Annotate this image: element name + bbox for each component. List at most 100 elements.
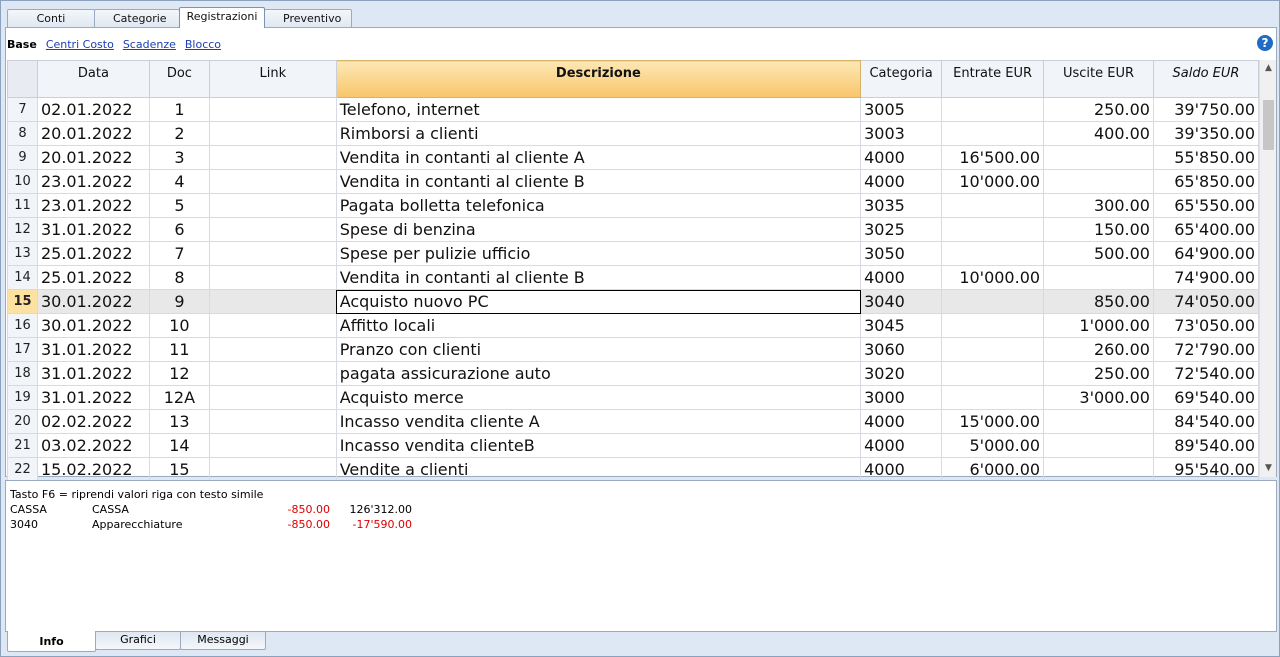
cell-doc[interactable]: 13 xyxy=(148,409,210,434)
cell-data[interactable]: 23.01.2022 xyxy=(36,169,150,194)
cell-descrizione[interactable]: Pranzo con clienti xyxy=(335,337,862,362)
cell-categoria[interactable]: 4000 xyxy=(860,145,943,170)
cell-data[interactable]: 20.01.2022 xyxy=(36,121,150,146)
cell-descrizione[interactable]: Spese per pulizie ufficio xyxy=(335,241,862,266)
cell-categoria[interactable]: 3020 xyxy=(860,361,943,386)
table-row[interactable]: 15 30.01.2022 9 Acquisto nuovo PC 3040 850.00… xyxy=(7,289,1260,314)
cell-descrizione[interactable]: Vendita in contanti al cliente B xyxy=(335,169,862,194)
column-header-uscite[interactable]: Uscite EUR xyxy=(1043,60,1154,98)
cell-saldo[interactable]: 72'790.00 xyxy=(1152,337,1260,362)
scroll-up-icon[interactable]: ▲ xyxy=(1260,60,1277,77)
vertical-scrollbar[interactable]: ▲ ▼ xyxy=(1259,60,1276,477)
cell-entrate[interactable] xyxy=(941,385,1045,410)
cell-categoria[interactable]: 3025 xyxy=(860,217,943,242)
cell-saldo[interactable]: 65'550.00 xyxy=(1152,193,1260,218)
scroll-down-icon[interactable]: ▼ xyxy=(1260,460,1277,477)
column-header-saldo[interactable]: Saldo EUR xyxy=(1152,60,1260,98)
cell-entrate[interactable]: 10'000.00 xyxy=(941,265,1045,290)
cell-entrate[interactable]: 15'000.00 xyxy=(941,409,1045,434)
cell-uscite[interactable] xyxy=(1043,433,1154,458)
cell-categoria[interactable]: 4000 xyxy=(860,169,943,194)
column-header-categoria[interactable]: Categoria xyxy=(860,60,943,98)
cell-saldo[interactable]: 72'540.00 xyxy=(1152,361,1260,386)
cell-descrizione[interactable]: Pagata bolletta telefonica xyxy=(335,193,862,218)
cell-uscite[interactable]: 250.00 xyxy=(1043,361,1154,386)
table-row[interactable]: 20 02.02.2022 13 Incasso vendita cliente A4… xyxy=(7,409,1260,434)
column-header-entrate[interactable]: Entrate EUR xyxy=(941,60,1045,98)
cell-doc[interactable]: 12 xyxy=(148,361,210,386)
cell-link[interactable] xyxy=(208,457,337,482)
cell-saldo[interactable]: 74'050.00 xyxy=(1152,289,1260,314)
cell-entrate[interactable]: 10'000.00 xyxy=(941,169,1045,194)
cell-doc[interactable]: 7 xyxy=(148,241,210,266)
cell-doc[interactable]: 4 xyxy=(148,169,210,194)
cell-doc[interactable]: 3 xyxy=(148,145,210,170)
table-row[interactable]: 10 23.01.2022 4 Vendita in contanti al clie… xyxy=(7,169,1260,194)
cell-saldo[interactable]: 74'900.00 xyxy=(1152,265,1260,290)
cell-uscite[interactable]: 300.00 xyxy=(1043,193,1154,218)
cell-uscite[interactable]: 250.00 xyxy=(1043,97,1154,122)
table-row[interactable]: 22 15.02.2022 15 Vendite a clienti 4000 6'000… xyxy=(7,457,1260,482)
cell-uscite[interactable] xyxy=(1043,169,1154,194)
cell-saldo[interactable]: 95'540.00 xyxy=(1152,457,1260,482)
cell-categoria[interactable]: 4000 xyxy=(860,433,943,458)
table-row[interactable]: 16 30.01.2022 10 Affitto locali 3045 1'000.00… xyxy=(7,313,1260,338)
cell-descrizione[interactable]: Vendite a clienti xyxy=(335,457,862,482)
cell-entrate[interactable] xyxy=(941,313,1045,338)
cell-categoria[interactable]: 3040 xyxy=(860,289,943,314)
tab-categorie[interactable]: Categorie xyxy=(94,9,180,28)
help-icon[interactable]: ? xyxy=(1257,35,1273,51)
cell-link[interactable] xyxy=(208,241,337,266)
table-row[interactable]: 14 25.01.2022 8 Vendita in contanti al clie… xyxy=(7,265,1260,290)
table-row[interactable]: 8 20.01.2022 2 Rimborsi a clienti 3003 400.00… xyxy=(7,121,1260,146)
cell-categoria[interactable]: 3003 xyxy=(860,121,943,146)
cell-categoria[interactable]: 4000 xyxy=(860,265,943,290)
table-row[interactable]: 11 23.01.2022 5 Pagata bolletta telefonica 3… xyxy=(7,193,1260,218)
cell-uscite[interactable]: 850.00 xyxy=(1043,289,1154,314)
cell-descrizione[interactable]: Rimborsi a clienti xyxy=(335,121,862,146)
cell-link[interactable] xyxy=(208,121,337,146)
cell-descrizione[interactable]: Vendita in contanti al cliente A xyxy=(335,145,862,170)
cell-data[interactable]: 31.01.2022 xyxy=(36,361,150,386)
cell-entrate[interactable] xyxy=(941,361,1045,386)
cell-saldo[interactable]: 65'850.00 xyxy=(1152,169,1260,194)
cell-entrate[interactable] xyxy=(941,217,1045,242)
cell-saldo[interactable]: 64'900.00 xyxy=(1152,241,1260,266)
column-header-descrizione[interactable]: Descrizione xyxy=(335,60,862,98)
cell-doc[interactable]: 14 xyxy=(148,433,210,458)
cell-link[interactable] xyxy=(208,361,337,386)
table-row[interactable]: 18 31.01.2022 12 pagata assicurazione auto 3… xyxy=(7,361,1260,386)
cell-data[interactable]: 02.02.2022 xyxy=(36,409,150,434)
cell-link[interactable] xyxy=(208,169,337,194)
cell-saldo[interactable]: 39'350.00 xyxy=(1152,121,1260,146)
cell-categoria[interactable]: 3050 xyxy=(860,241,943,266)
cell-entrate[interactable] xyxy=(941,337,1045,362)
cell-data[interactable]: 23.01.2022 xyxy=(36,193,150,218)
cell-descrizione[interactable]: Acquisto nuovo PC xyxy=(335,289,862,314)
cell-data[interactable]: 31.01.2022 xyxy=(36,385,150,410)
cell-descrizione[interactable]: Incasso vendita clienteB xyxy=(335,433,862,458)
cell-uscite[interactable]: 1'000.00 xyxy=(1043,313,1154,338)
cell-link[interactable] xyxy=(208,97,337,122)
cell-data[interactable]: 20.01.2022 xyxy=(36,145,150,170)
cell-link[interactable] xyxy=(208,337,337,362)
cell-saldo[interactable]: 84'540.00 xyxy=(1152,409,1260,434)
cell-descrizione[interactable]: Acquisto merce xyxy=(335,385,862,410)
table-row[interactable]: 21 03.02.2022 14 Incasso vendita clienteB 40… xyxy=(7,433,1260,458)
column-header-data[interactable]: Data xyxy=(36,60,150,98)
cell-data[interactable]: 25.01.2022 xyxy=(36,265,150,290)
cell-categoria[interactable]: 4000 xyxy=(860,409,943,434)
cell-saldo[interactable]: 89'540.00 xyxy=(1152,433,1260,458)
table-row[interactable]: 9 20.01.2022 3 Vendita in contanti al clien… xyxy=(7,145,1260,170)
view-blocco[interactable]: Blocco xyxy=(185,38,221,51)
cell-uscite[interactable]: 260.00 xyxy=(1043,337,1154,362)
cell-saldo[interactable]: 69'540.00 xyxy=(1152,385,1260,410)
cell-uscite[interactable]: 3'000.00 xyxy=(1043,385,1154,410)
tab-conti[interactable]: Conti xyxy=(7,9,95,28)
cell-data[interactable]: 30.01.2022 xyxy=(36,313,150,338)
cell-link[interactable] xyxy=(208,193,337,218)
tab-grafici[interactable]: Grafici xyxy=(95,632,181,650)
cell-entrate[interactable] xyxy=(941,97,1045,122)
table-row[interactable]: 19 31.01.2022 12A Acquisto merce 3000 3'000.0… xyxy=(7,385,1260,410)
cell-entrate[interactable] xyxy=(941,193,1045,218)
